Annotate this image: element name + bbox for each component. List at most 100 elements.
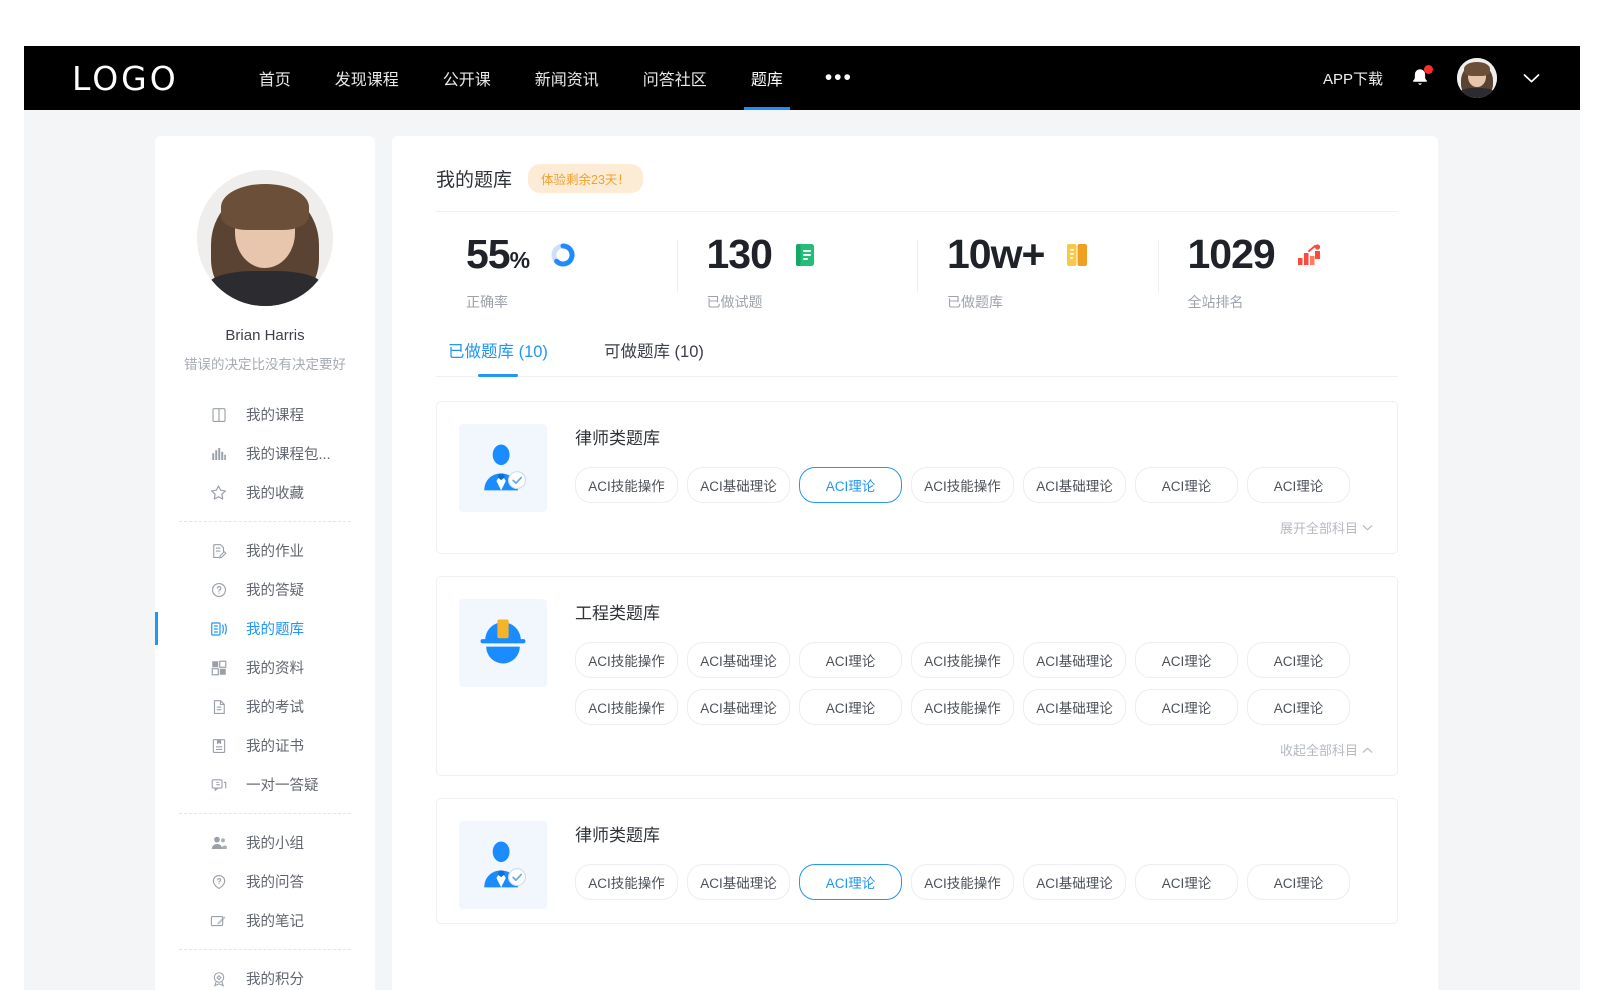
subject-tag[interactable]: ACI技能操作 — [911, 864, 1014, 900]
subject-tag[interactable]: ACI理论 — [1247, 689, 1350, 725]
subject-tag[interactable]: ACI基础理论 — [687, 467, 790, 503]
stat-top-row: 10w+ — [947, 234, 1158, 275]
notification-badge-dot — [1424, 65, 1433, 74]
subject-tag-row: ACI技能操作ACI基础理论ACI理论ACI技能操作ACI基础理论ACI理论AC… — [575, 642, 1375, 678]
subject-tag-row: ACI技能操作ACI基础理论ACI理论ACI技能操作ACI基础理论ACI理论AC… — [575, 689, 1375, 725]
book-icon — [209, 405, 228, 424]
sidebar-item-5[interactable]: 我的答疑 — [155, 570, 375, 609]
subject-tag[interactable]: ACI基础理论 — [1023, 864, 1126, 900]
expand-subjects-label: 展开全部科目 — [1280, 518, 1358, 537]
subject-tag-label: ACI理论 — [1162, 876, 1212, 891]
stat-label: 已做题库 — [947, 292, 1158, 312]
sidebar-item-label: 我的题库 — [246, 618, 304, 639]
tab-bar: 已做题库 (10) 可做题库 (10) — [436, 326, 1398, 377]
chevron-up-icon — [1362, 742, 1373, 757]
stat-number: 1029 — [1188, 231, 1275, 277]
avatar[interactable] — [1457, 58, 1497, 98]
subject-tag-label: ACI基础理论 — [1036, 701, 1113, 716]
subject-tag[interactable]: ACI理论 — [799, 642, 902, 678]
subject-tag[interactable]: ACI理论 — [1135, 689, 1238, 725]
stat-0: 55% 正确率 — [436, 234, 677, 312]
sidebar-item-label: 我的作业 — [246, 540, 304, 561]
subject-tag[interactable]: ACI基础理论 — [1023, 467, 1126, 503]
subject-tag[interactable]: ACI理论 — [1247, 864, 1350, 900]
subject-tag-label: ACI技能操作 — [588, 701, 665, 716]
subject-tag[interactable]: ACI技能操作 — [575, 467, 678, 503]
nav-item-0[interactable]: 首页 — [237, 46, 313, 110]
profile-avatar-image — [197, 170, 333, 306]
subject-tag[interactable]: ACI技能操作 — [575, 864, 678, 900]
bank-card[interactable]: 律师类题库ACI技能操作ACI基础理论ACI理论ACI技能操作ACI基础理论AC… — [436, 401, 1398, 554]
homework-icon — [209, 541, 228, 560]
subject-tag-row: ACI技能操作ACI基础理论ACI理论ACI技能操作ACI基础理论ACI理论AC… — [575, 864, 1375, 900]
subject-tag[interactable]: ACI理论 — [799, 689, 902, 725]
stat-value: 55% — [466, 234, 529, 275]
subject-tag[interactable]: ACI基础理论 — [687, 864, 790, 900]
subject-tag[interactable]: ACI基础理论 — [687, 642, 790, 678]
tab-0[interactable]: 已做题库 (10) — [448, 338, 548, 376]
sidebar-item-4[interactable]: 我的作业 — [155, 531, 375, 570]
materials-icon — [209, 658, 228, 677]
sidebar-item-label: 我的问答 — [246, 871, 304, 892]
sidebar-item-9[interactable]: 我的证书 — [155, 726, 375, 765]
subject-tag[interactable]: ACI技能操作 — [911, 642, 1014, 678]
expand-subjects-link[interactable]: 展开全部科目 — [1280, 518, 1373, 537]
sidebar-item-7[interactable]: 我的资料 — [155, 648, 375, 687]
chevron-down-icon[interactable] — [1523, 73, 1540, 84]
app-download-link[interactable]: APP下载 — [1323, 68, 1383, 89]
bank-card[interactable]: 工程类题库ACI技能操作ACI基础理论ACI理论ACI技能操作ACI基础理论AC… — [436, 576, 1398, 776]
expand-row: 展开全部科目 — [575, 514, 1375, 541]
sidebar-item-14[interactable]: 我的笔记 — [155, 901, 375, 940]
subject-tag[interactable]: ACI技能操作 — [911, 467, 1014, 503]
site-logo[interactable]: LOGO — [72, 62, 179, 95]
subject-tag[interactable]: ACI理论 — [799, 864, 902, 900]
subject-tag[interactable]: ACI理论 — [1135, 642, 1238, 678]
app-canvas: LOGO 首页发现课程公开课新闻资讯问答社区题库 ••• APP下载 — [24, 46, 1580, 990]
tab-1[interactable]: 可做题库 (10) — [604, 338, 704, 376]
sidebar-item-10[interactable]: 一对一答疑 — [155, 765, 375, 804]
bank-thumbnail — [459, 821, 547, 909]
subject-tag[interactable]: ACI技能操作 — [575, 642, 678, 678]
expand-subjects-label: 收起全部科目 — [1280, 740, 1358, 759]
subject-tag[interactable]: ACI理论 — [1135, 864, 1238, 900]
subject-tag[interactable]: ACI基础理论 — [687, 689, 790, 725]
nav-item-4[interactable]: 问答社区 — [621, 46, 729, 110]
subject-tag[interactable]: ACI基础理论 — [1023, 689, 1126, 725]
qa-icon — [209, 872, 228, 891]
subject-tag[interactable]: ACI技能操作 — [575, 689, 678, 725]
subject-tag-label: ACI基础理论 — [700, 701, 777, 716]
notification-bell-button[interactable] — [1409, 66, 1431, 90]
nav-item-1[interactable]: 发现课程 — [313, 46, 421, 110]
sidebar-item-13[interactable]: 我的问答 — [155, 862, 375, 901]
profile-avatar[interactable] — [197, 170, 333, 306]
tab-label: 已做题库 (10) — [448, 343, 548, 361]
sidebar-item-12[interactable]: 我的小组 — [155, 823, 375, 862]
subject-tag[interactable]: ACI理论 — [1247, 467, 1350, 503]
sidebar-item-0[interactable]: 我的课程 — [155, 395, 375, 434]
subject-tag[interactable]: ACI理论 — [1247, 642, 1350, 678]
nav-item-2[interactable]: 公开课 — [421, 46, 513, 110]
subject-tag[interactable]: ACI理论 — [799, 467, 902, 503]
nav-item-5[interactable]: 题库 — [729, 46, 805, 110]
sidebar-item-6[interactable]: 我的题库 — [155, 609, 375, 648]
sidebar-item-label: 我的考试 — [246, 696, 304, 717]
sidebar-item-1[interactable]: 我的课程包... — [155, 434, 375, 473]
sidebar-item-8[interactable]: 我的考试 — [155, 687, 375, 726]
sidebar-item-2[interactable]: 我的收藏 — [155, 473, 375, 512]
subject-tag[interactable]: ACI基础理论 — [1023, 642, 1126, 678]
stat-1: 130已做试题 — [677, 234, 918, 312]
nav-item-label: 题库 — [751, 66, 783, 90]
subject-tag[interactable]: ACI理论 — [1135, 467, 1238, 503]
sidebar-item-16[interactable]: 我的积分 — [155, 959, 375, 990]
expand-subjects-link[interactable]: 收起全部科目 — [1280, 740, 1373, 759]
subject-tag[interactable]: ACI技能操作 — [911, 689, 1014, 725]
nav-item-3[interactable]: 新闻资讯 — [513, 46, 621, 110]
lawyer-icon — [473, 436, 533, 501]
stat-label: 正确率 — [466, 292, 677, 312]
bank-card[interactable]: 律师类题库ACI技能操作ACI基础理论ACI理论ACI技能操作ACI基础理论AC… — [436, 798, 1398, 924]
nav-more-button[interactable]: ••• — [805, 73, 873, 84]
subject-tag-label: ACI理论 — [826, 701, 876, 716]
stat-value: 10w+ — [947, 234, 1044, 275]
trial-status-badge: 体验剩余23天！ — [528, 164, 643, 193]
subject-tag-label: ACI理论 — [1274, 876, 1324, 891]
